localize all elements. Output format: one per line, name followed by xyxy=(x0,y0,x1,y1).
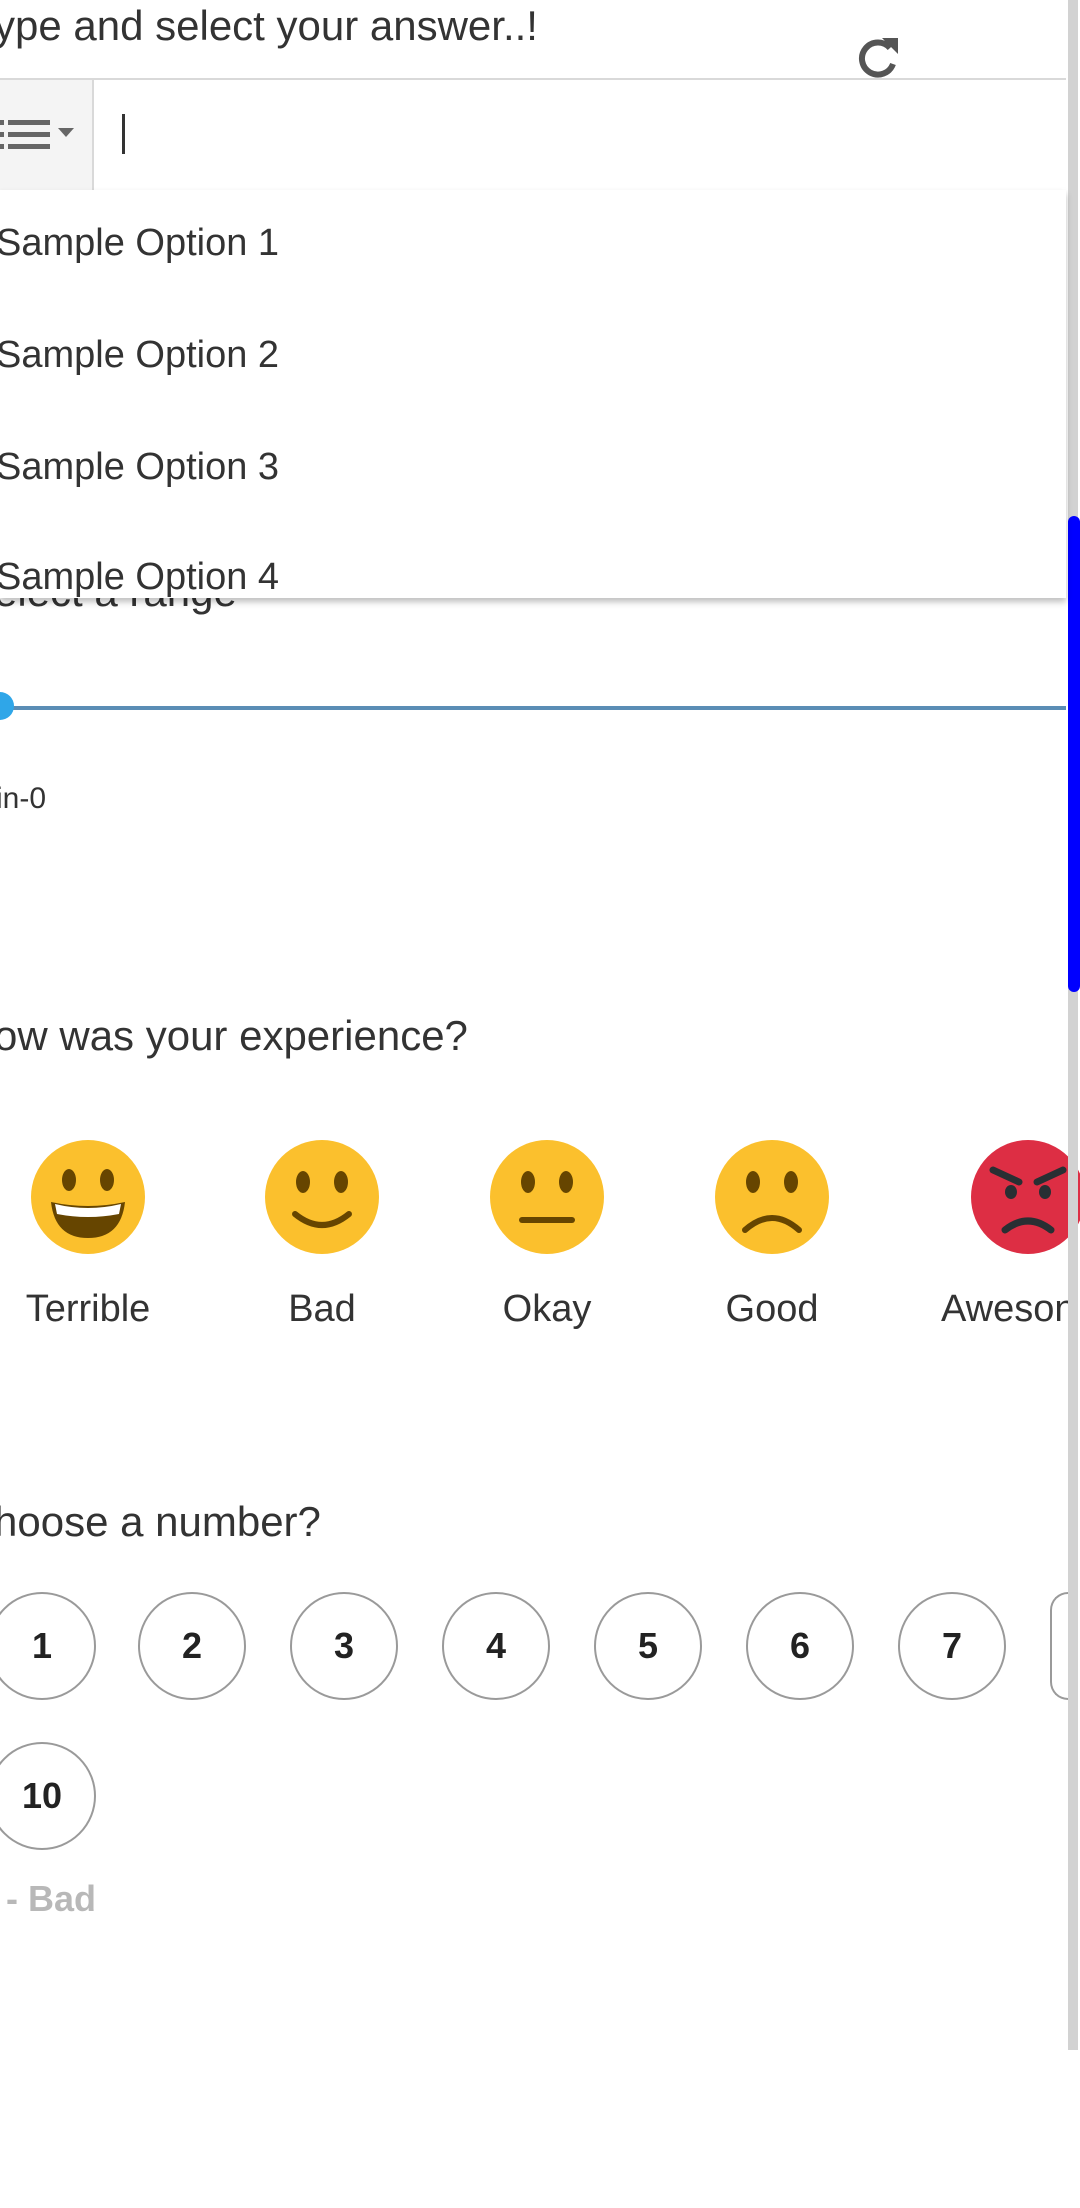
slightly-smiling-face-icon xyxy=(265,1140,379,1254)
experience-label: Aweson xyxy=(941,1288,1076,1330)
typeahead-question: ype and select your answer..! xyxy=(0,2,538,49)
number-option-8[interactable] xyxy=(1050,1592,1068,1700)
experience-label: Terrible xyxy=(25,1288,151,1330)
dropdown-option[interactable]: Sample Option 2 xyxy=(0,334,279,377)
scrollbar-track[interactable] xyxy=(1068,0,1078,2050)
typeahead-input-row xyxy=(0,78,1066,192)
text-cursor xyxy=(122,114,125,154)
list-toggle-button[interactable] xyxy=(0,80,94,190)
number-option-2[interactable]: 2 xyxy=(138,1592,246,1700)
number-option-5[interactable]: 5 xyxy=(594,1592,702,1700)
experience-option-good[interactable] xyxy=(715,1140,829,1254)
experience-option-okay[interactable] xyxy=(490,1140,604,1254)
refresh-icon[interactable] xyxy=(852,34,902,80)
experience-question: ow was your experience? xyxy=(0,1012,468,1059)
number-option-10[interactable]: 10 xyxy=(0,1742,96,1850)
dropdown-option[interactable]: Sample Option 4 xyxy=(0,556,279,598)
frowning-face-icon xyxy=(715,1140,829,1254)
number-option-4[interactable]: 4 xyxy=(442,1592,550,1700)
dropdown-option[interactable]: Sample Option 3 xyxy=(0,446,279,489)
list-icon xyxy=(0,120,74,149)
scrollbar-thumb[interactable] xyxy=(1068,516,1080,992)
number-option-7[interactable]: 7 xyxy=(898,1592,1006,1700)
number-question: hoose a number? xyxy=(0,1498,321,1545)
number-option-1[interactable]: 1 xyxy=(0,1592,96,1700)
typeahead-dropdown: Sample Option 1 Sample Option 2 Sample O… xyxy=(0,190,1066,598)
number-option-3[interactable]: 3 xyxy=(290,1592,398,1700)
neutral-face-icon xyxy=(490,1140,604,1254)
angry-face-icon xyxy=(971,1140,1080,1254)
range-min-label: in-0 xyxy=(0,782,47,815)
typeahead-input[interactable] xyxy=(96,86,1060,184)
range-slider-track[interactable] xyxy=(0,706,1066,710)
number-legend: - Bad xyxy=(6,1878,96,1919)
number-option-6[interactable]: 6 xyxy=(746,1592,854,1700)
experience-option-terrible[interactable] xyxy=(31,1140,145,1254)
range-slider-thumb[interactable] xyxy=(0,692,14,720)
experience-label: Okay xyxy=(502,1288,592,1330)
dropdown-option[interactable]: Sample Option 1 xyxy=(0,222,279,265)
experience-label: Good xyxy=(725,1288,819,1330)
grinning-face-icon xyxy=(31,1140,145,1254)
experience-label: Bad xyxy=(288,1288,356,1330)
experience-option-bad[interactable] xyxy=(265,1140,379,1254)
experience-option-awesome[interactable] xyxy=(971,1140,1080,1254)
survey-page: ype and select your answer..! elect a ra… xyxy=(0,0,1080,2208)
